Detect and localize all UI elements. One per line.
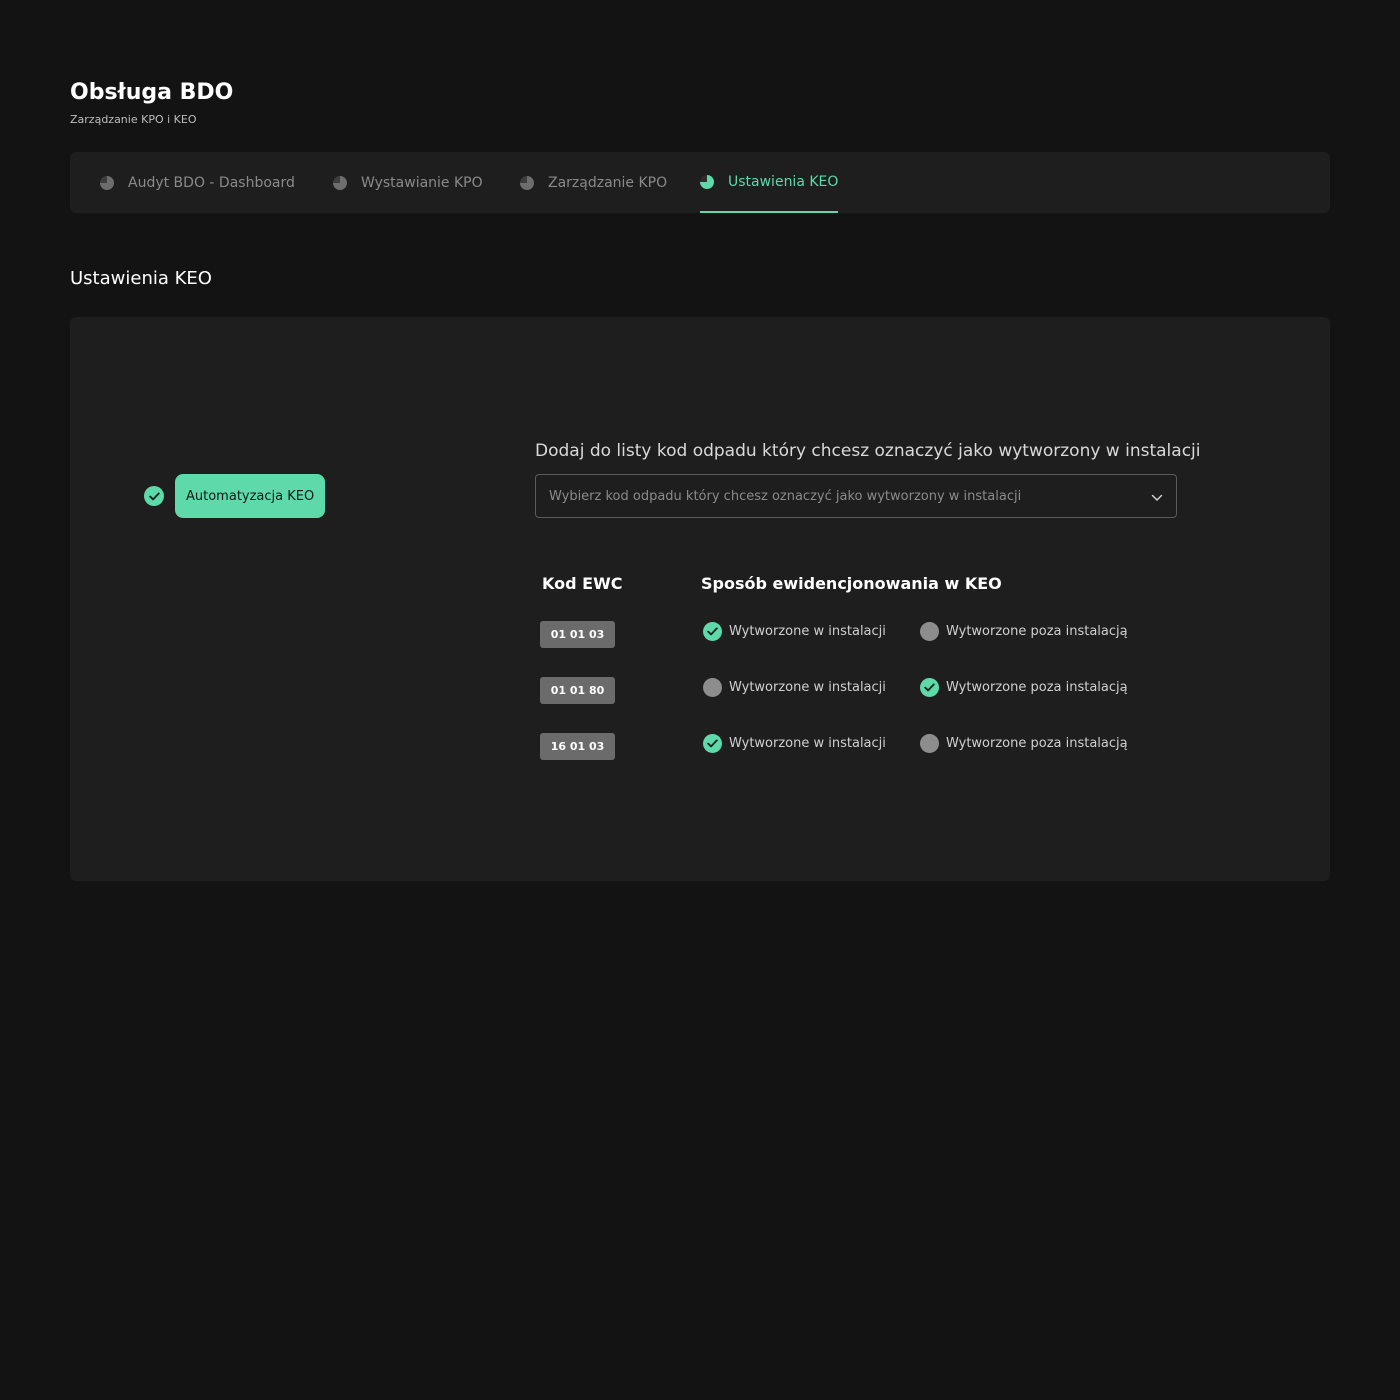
pie-chart-icon (100, 175, 114, 190)
section-title: Ustawienia KEO (70, 268, 212, 289)
select-placeholder: Wybierz kod odpadu który chcesz oznaczyć… (549, 488, 1022, 504)
tab-label: Ustawienia KEO (728, 173, 839, 190)
waste-code-select[interactable]: Wybierz kod odpadu który chcesz oznaczyć… (535, 474, 1177, 518)
automation-toggle[interactable]: Automatyzacja KEO (144, 474, 326, 518)
table-row: 01 01 80 Wytworzone w instalacji Wytworzon… (70, 677, 1330, 707)
column-header-code: Kod EWC (542, 574, 623, 593)
page-title: Obsługa BDO (70, 80, 234, 105)
tab-bar: Audyt BDO - Dashboard Wystawianie KPO Za… (70, 152, 1330, 213)
add-code-label: Dodaj do listy kod odpadu który chcesz o… (535, 441, 1201, 461)
column-header-method: Sposób ewidencjonowania w KEO (701, 574, 1002, 593)
tab-wystawianie-kpo[interactable]: Wystawianie KPO (333, 152, 483, 213)
check-circle-icon (703, 622, 722, 641)
radio-produced-in-installation[interactable]: Wytworzone w instalacji (703, 622, 886, 641)
tab-audyt-bdo-dashboard[interactable]: Audyt BDO - Dashboard (100, 152, 295, 213)
check-circle-icon (703, 734, 722, 753)
table-row: 16 01 03 Wytworzone w instalacji Wytworzon… (70, 733, 1330, 763)
radio-produced-outside-installation[interactable]: Wytworzone poza instalacją (920, 622, 1128, 641)
automation-keo-button[interactable]: Automatyzacja KEO (175, 474, 326, 518)
tab-zarzadzanie-kpo[interactable]: Zarządzanie KPO (520, 152, 667, 213)
tab-label: Wystawianie KPO (361, 174, 483, 191)
option-label: Wytworzone poza instalacją (946, 680, 1128, 695)
radio-produced-outside-installation[interactable]: Wytworzone poza instalacją (920, 734, 1128, 753)
tab-label: Zarządzanie KPO (548, 174, 668, 191)
tab-ustawienia-keo[interactable]: Ustawienia KEO (700, 152, 839, 213)
radio-empty-icon (920, 734, 939, 753)
page-subtitle: Zarządzanie KPO i KEO (70, 113, 197, 126)
ewc-code-badge: 16 01 03 (540, 733, 615, 760)
radio-produced-in-installation[interactable]: Wytworzone w instalacji (703, 678, 886, 697)
option-label: Wytworzone poza instalacją (946, 736, 1128, 751)
pie-chart-icon (333, 175, 347, 190)
keo-settings-panel: Automatyzacja KEO Dodaj do listy kod odp… (70, 317, 1330, 881)
option-label: Wytworzone w instalacji (729, 736, 886, 751)
radio-empty-icon (920, 622, 939, 641)
ewc-code-badge: 01 01 80 (540, 677, 615, 704)
chevron-down-icon (1151, 487, 1163, 506)
option-label: Wytworzone poza instalacją (946, 624, 1128, 639)
pie-chart-icon (520, 175, 534, 190)
pie-chart-icon (700, 174, 714, 189)
check-circle-icon (144, 486, 164, 506)
tab-label: Audyt BDO - Dashboard (128, 174, 295, 191)
check-circle-icon (920, 678, 939, 697)
ewc-code-badge: 01 01 03 (540, 621, 615, 648)
option-label: Wytworzone w instalacji (729, 680, 886, 695)
table-row: 01 01 03 Wytworzone w instalacji Wytworzon… (70, 621, 1330, 651)
radio-produced-outside-installation[interactable]: Wytworzone poza instalacją (920, 678, 1128, 697)
option-label: Wytworzone w instalacji (729, 624, 886, 639)
radio-produced-in-installation[interactable]: Wytworzone w instalacji (703, 734, 886, 753)
radio-empty-icon (703, 678, 722, 697)
